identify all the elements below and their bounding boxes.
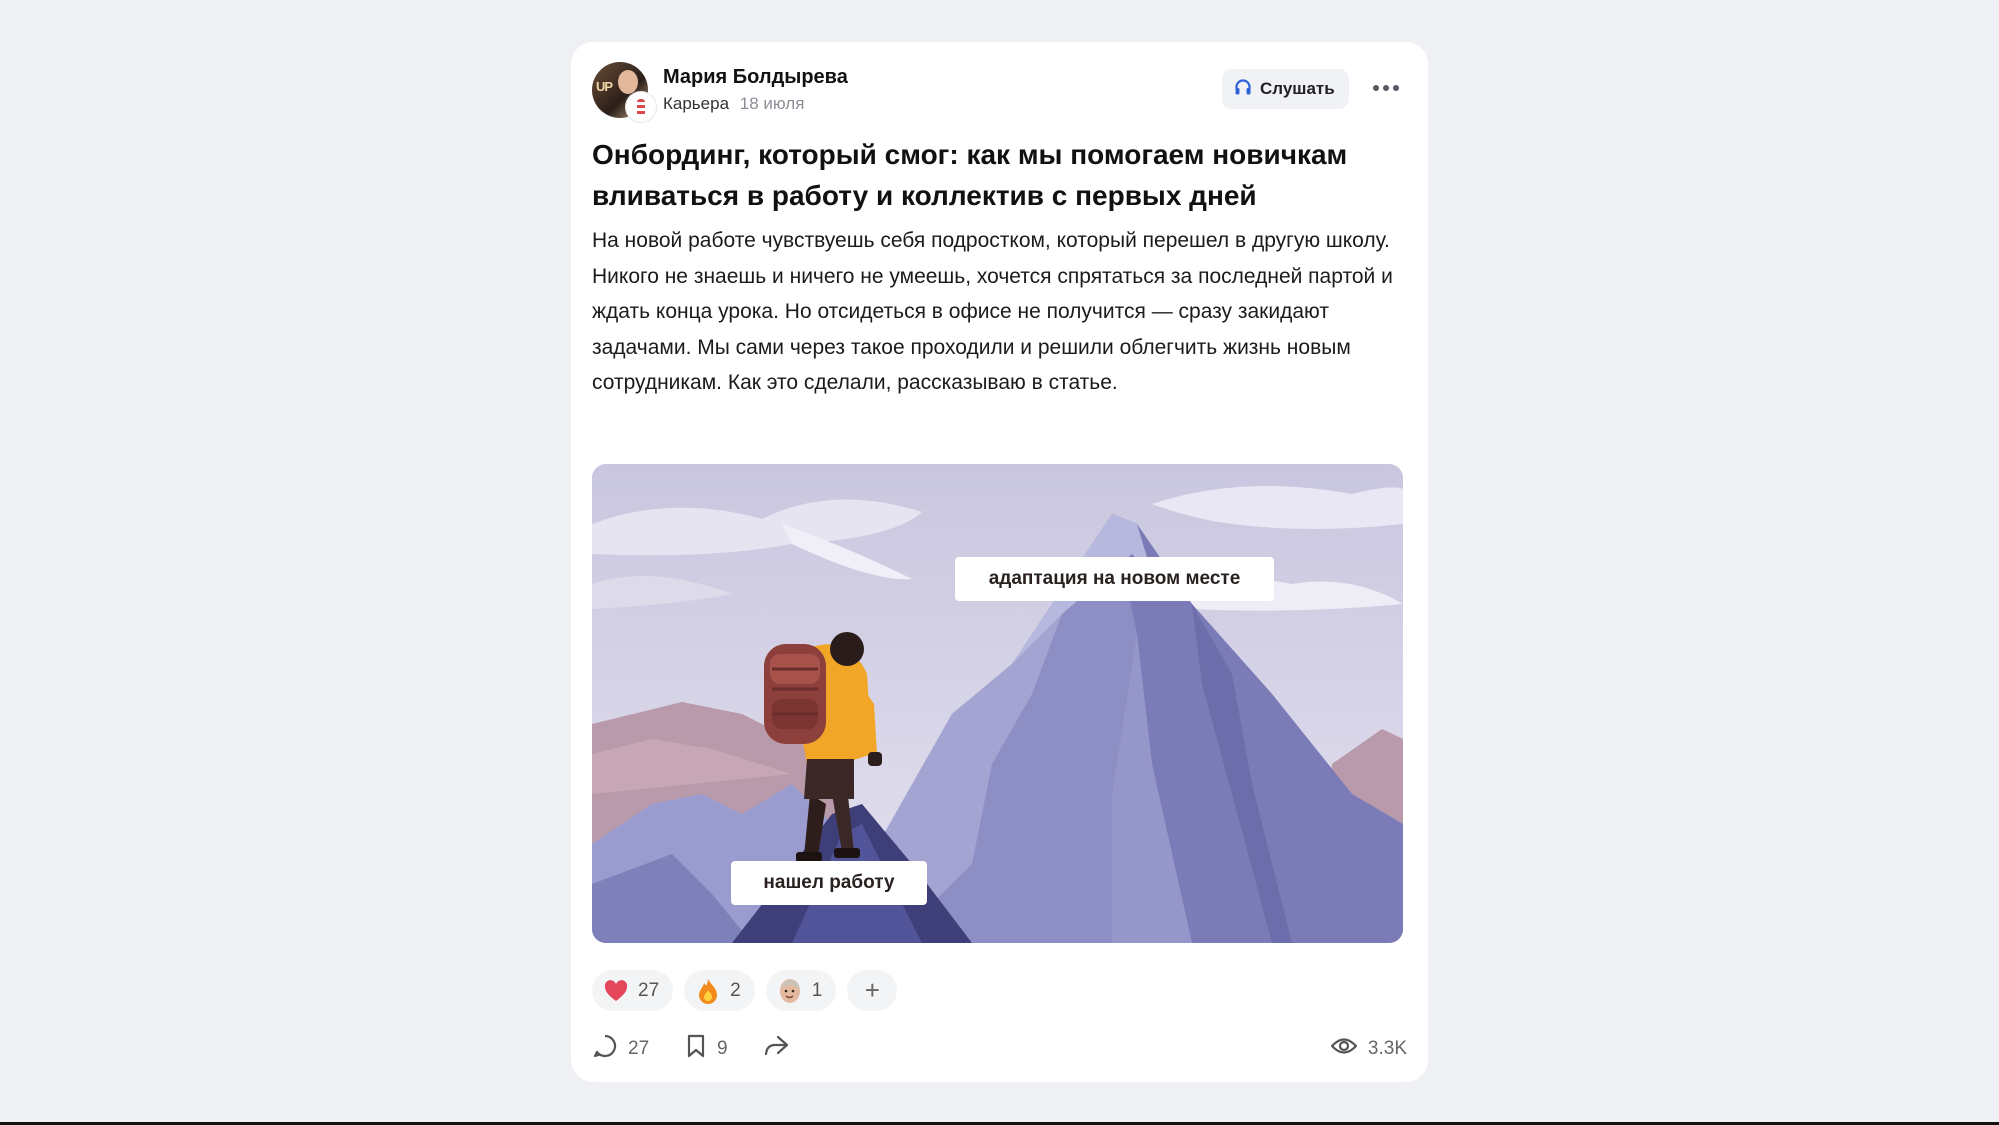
more-options-icon[interactable] [1366,70,1406,106]
bookmark-button[interactable]: 9 [685,1031,728,1067]
post-card: UP Мария Болдырева Карьера 18 июля Слуша… [571,42,1428,1082]
add-reaction-button[interactable]: + [847,970,898,1011]
reaction-count: 27 [638,979,660,1001]
post-date: 18 июля [739,94,805,113]
image-label-adaptation: адаптация на новом месте [955,557,1274,601]
avatar-face [618,70,638,94]
comment-icon [592,1033,618,1065]
heart-icon [604,979,628,1003]
fire-icon [696,978,720,1004]
comments-button[interactable]: 27 [592,1031,649,1067]
headphones-icon [1234,78,1252,101]
post-title[interactable]: Онбординг, который смог: как мы помогаем… [592,134,1407,216]
face-emoji-icon [778,978,802,1003]
post-excerpt: На новой работе чувствуешь себя подростк… [592,229,1393,395]
image-label-found-job: нашел работу [731,861,927,905]
reaction-face-emoji[interactable]: 1 [765,970,837,1011]
reaction-count: 1 [811,979,823,1001]
share-button[interactable] [762,1031,790,1067]
mountain-climber-illustration [592,464,1403,943]
plus-icon: + [864,975,880,1005]
bookmark-icon [685,1033,707,1065]
post-category[interactable]: Карьера [663,94,729,113]
author-badge-icon [626,92,656,122]
author-name[interactable]: Мария Болдырева [663,66,848,89]
post-footer: 27 9 3.3K [592,1031,1407,1067]
reactions-bar: 27 2 1 + [592,970,898,1011]
post-cover-image[interactable]: адаптация на новом месте нашел работу [592,464,1403,943]
post-meta: Карьера 18 июля [663,94,804,114]
views-counter: 3.3K [1330,1031,1407,1067]
reaction-count: 2 [730,979,741,1001]
reaction-heart[interactable]: 27 [592,970,674,1011]
avatar-logo-text: UP [596,79,613,94]
share-arrow-icon [762,1033,790,1065]
bookmarks-count: 9 [717,1038,728,1059]
listen-button[interactable]: Слушать [1222,69,1349,109]
comments-count: 27 [628,1038,650,1059]
eye-icon [1330,1035,1358,1063]
reaction-fire[interactable]: 2 [684,970,755,1011]
listen-label: Слушать [1260,79,1335,98]
views-count: 3.3K [1367,1038,1407,1059]
